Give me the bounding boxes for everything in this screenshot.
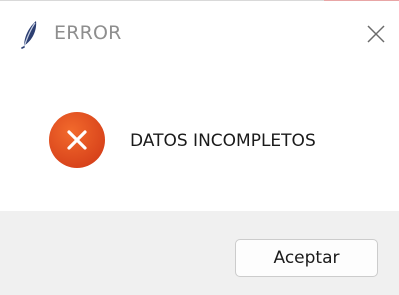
window-title: ERROR	[54, 22, 122, 44]
window-top-border-accent	[324, 0, 399, 1]
button-bar: Aceptar	[0, 211, 399, 295]
accept-button[interactable]: Aceptar	[235, 239, 378, 277]
title-bar: ERROR	[0, 0, 399, 66]
feather-icon	[15, 19, 41, 49]
message-area: DATOS INCOMPLETOS	[0, 66, 399, 211]
close-icon	[367, 25, 385, 43]
error-icon	[48, 111, 106, 169]
error-message: DATOS INCOMPLETOS	[130, 131, 316, 151]
close-button[interactable]	[358, 17, 394, 51]
window-top-border	[0, 0, 324, 1]
error-dialog: ERROR DATOS INCOMPLETOS Aceptar	[0, 0, 399, 295]
